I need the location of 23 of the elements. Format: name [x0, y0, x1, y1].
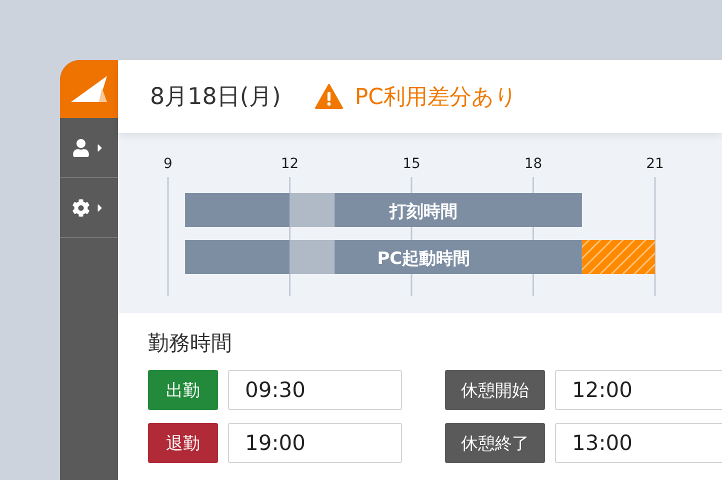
time-label-tag: 休憩開始: [445, 370, 545, 410]
bar-label: PC起動時間: [377, 249, 470, 269]
time-label-tag: 休憩終了: [445, 423, 545, 463]
time-input-field[interactable]: 13:00: [555, 423, 722, 463]
axis-tick-label: 21: [646, 156, 664, 172]
time-input-field[interactable]: 19:00: [228, 423, 402, 463]
warning-icon: [314, 84, 343, 109]
bar-label: 打刻時間: [390, 202, 458, 222]
time-input-field[interactable]: 12:00: [555, 370, 722, 410]
time-label-tag: 出勤: [148, 370, 218, 410]
settings-icon: [72, 198, 90, 216]
time-label-tag: 退勤: [148, 423, 218, 463]
user-icon: [72, 138, 90, 156]
logo-tile[interactable]: [60, 60, 118, 118]
axis-tick-label: 12: [280, 156, 299, 172]
axis-tick-label: 18: [524, 156, 542, 172]
axis-tick-label: 9: [164, 156, 172, 172]
time-input-field[interactable]: 09:30: [228, 370, 402, 410]
logo-icon: [71, 76, 107, 102]
axis-tick-label: 15: [402, 156, 420, 172]
date-title: 8月18日(月): [150, 83, 281, 112]
section-title: 勤務時間: [148, 330, 233, 357]
warning-text: PC利用差分あり: [354, 84, 518, 112]
